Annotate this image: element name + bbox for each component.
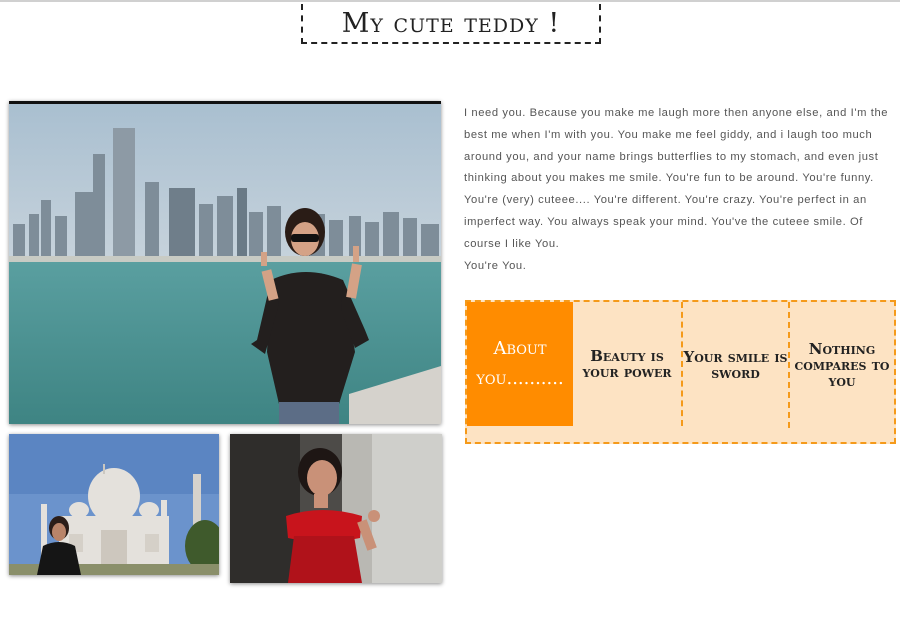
red-dress-image (230, 434, 442, 583)
red-dress-photo (230, 434, 442, 583)
main-photo (9, 101, 441, 424)
menu-item-label: Your smile is sword (683, 348, 788, 382)
intro-text: I need you. Because you make me laugh mo… (464, 103, 898, 277)
title-box: My cute teddy ! (301, 4, 601, 44)
taj-mahal-image (9, 434, 219, 575)
intro-closing: You're You. (464, 259, 527, 272)
menu-item-beauty[interactable]: Beauty is your power (573, 302, 683, 426)
menu-item-about-you[interactable]: About you.......... (467, 302, 573, 426)
menu-item-label: About you.......... (476, 338, 564, 389)
menu-item-nothing-compares[interactable]: Nothing compares to you (788, 302, 894, 428)
page-title: My cute teddy ! (341, 7, 561, 39)
intro-paragraph: I need you. Because you make me laugh mo… (464, 107, 889, 250)
menu-item-smile[interactable]: Your smile is sword (683, 302, 788, 428)
top-divider (0, 0, 900, 2)
taj-mahal-photo (9, 434, 219, 575)
menu-item-label: Beauty is your power (582, 347, 672, 381)
section-menu: About you.......... Beauty is your power… (465, 300, 896, 444)
menu-item-label: Nothing compares to you (794, 340, 890, 390)
waterfront-image (9, 104, 441, 424)
